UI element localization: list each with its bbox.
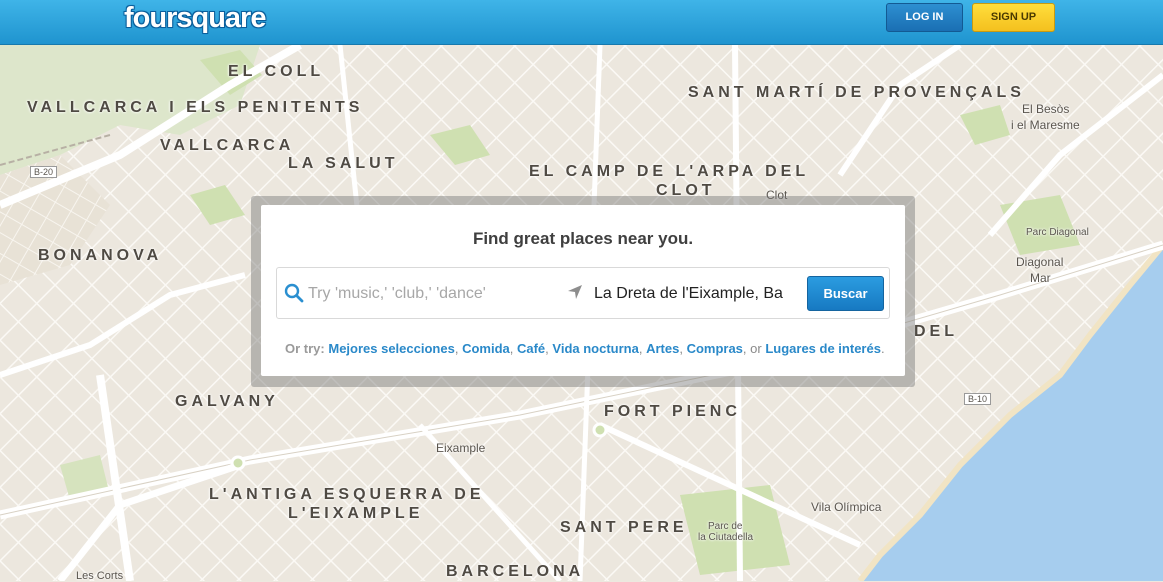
district-label: VALLCARCA I ELS PENITENTS — [27, 99, 364, 116]
suggestion-link[interactable]: Compras — [687, 341, 743, 356]
suggestion-link[interactable]: Mejores selecciones — [328, 341, 454, 356]
place-label: Diagonal — [1016, 255, 1064, 269]
district-label: BONANOVA — [38, 247, 163, 264]
place-label: Parc de — [708, 521, 743, 532]
road-badge: B-10 — [964, 393, 992, 405]
search-button[interactable]: Buscar — [807, 276, 884, 311]
district-label: LA SALUT — [288, 155, 399, 172]
location-arrow-icon[interactable] — [567, 284, 583, 300]
or-word: or — [750, 341, 762, 356]
place-label: Mar — [1030, 271, 1051, 285]
top-bar: foursquare LOG IN SIGN UP — [0, 0, 1163, 45]
near-input[interactable] — [592, 281, 801, 307]
place-label: i el Maresme — [1011, 118, 1080, 132]
district-label: DEL — [914, 323, 958, 340]
district-label: L'EIXAMPLE — [288, 505, 424, 522]
place-label: Vila Olímpica — [811, 500, 882, 514]
district-label: SANT PERE — [560, 519, 688, 536]
district-label: L'ANTIGA ESQUERRA DE — [209, 486, 485, 503]
place-label: Les Corts — [76, 570, 124, 582]
suggestions-prefix: Or try: — [285, 341, 325, 356]
signup-button[interactable]: SIGN UP — [972, 3, 1055, 32]
district-label: VALLCARCA — [160, 137, 295, 154]
road-badge: B-20 — [30, 166, 58, 178]
search-box: Buscar — [276, 267, 890, 319]
search-card: Find great places near you. Buscar Or tr… — [261, 205, 905, 376]
suggestion-link[interactable]: Lugares de interés — [765, 341, 881, 356]
search-heading: Find great places near you. — [472, 229, 694, 248]
foursquare-logo[interactable]: foursquare — [124, 2, 266, 35]
suggestion-link[interactable]: Artes — [646, 341, 679, 356]
suggestion-link[interactable]: Vida nocturna — [552, 341, 638, 356]
place-label: la Ciutadella — [698, 532, 754, 543]
query-input[interactable] — [306, 281, 560, 307]
place-label: Parc Diagonal — [1026, 227, 1089, 238]
place-label: Eixample — [436, 441, 486, 455]
district-label: EL COLL — [228, 63, 325, 80]
district-label: SANT MARTÍ DE PROVENÇALS — [688, 84, 1025, 101]
district-label: EL CAMP DE L'ARPA DEL — [529, 163, 810, 180]
search-icon — [284, 283, 304, 303]
suggestion-link[interactable]: Comida — [462, 341, 510, 356]
place-label: El Besòs — [1022, 102, 1070, 116]
suggestion-link[interactable]: Café — [517, 341, 545, 356]
district-label: FORT PIENC — [604, 403, 741, 420]
suggestions-line: Or try: Mejores selecciones, Comida, Caf… — [285, 341, 885, 356]
district-label: GALVANY — [175, 393, 279, 410]
login-button[interactable]: LOG IN — [886, 3, 963, 32]
district-label: BARCELONA — [446, 563, 585, 580]
